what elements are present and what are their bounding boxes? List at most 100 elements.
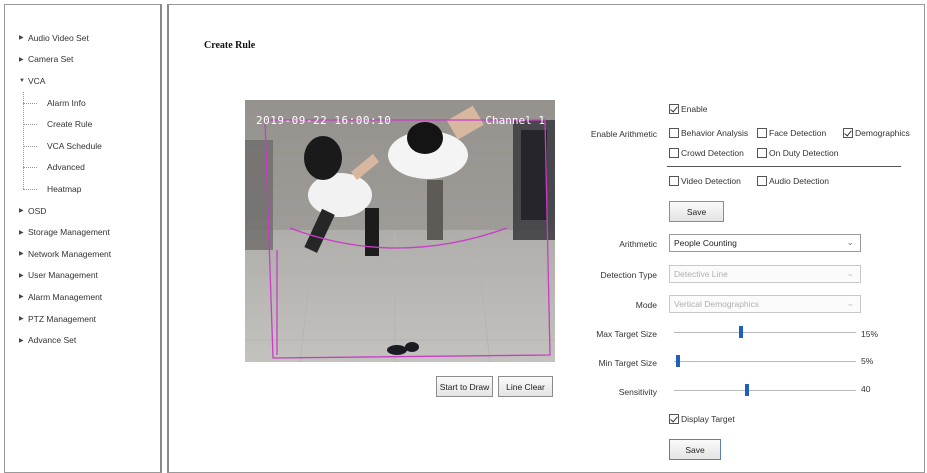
nav-item-heatmap[interactable]: Heatmap: [22, 178, 111, 200]
nav-item-label: Audio Video Set: [28, 32, 89, 43]
enable-checkbox[interactable]: Enable: [669, 104, 707, 114]
nav-item-advanced[interactable]: Advanced: [22, 157, 111, 179]
slider-track: [674, 332, 856, 333]
demographics-checkbox[interactable]: Demographics: [843, 128, 910, 138]
nav-item-label: Advance Set: [28, 335, 77, 346]
nav-item-label: User Management: [28, 270, 98, 281]
save-rule-button[interactable]: Save: [669, 439, 721, 460]
checkbox-label: Display Target: [681, 414, 735, 424]
nav-item-alarm-info[interactable]: Alarm Info: [22, 92, 111, 114]
checkbox-icon: [669, 128, 679, 138]
collapse-arrow-icon: ▼: [19, 77, 25, 84]
nav-item-label: PTZ Management: [28, 313, 97, 324]
checkbox-icon: [757, 148, 767, 158]
chevron-down-icon: ⌄: [846, 268, 854, 278]
checkbox-icon: [757, 176, 767, 186]
checkbox-checked-icon: [669, 104, 679, 114]
expand-arrow-icon: ▶: [19, 251, 24, 258]
line-clear-button[interactable]: Line Clear: [498, 376, 553, 397]
nav-item-vca-schedule[interactable]: VCA Schedule: [22, 135, 111, 157]
checkbox-label: Crowd Detection: [681, 148, 744, 158]
camera-scene-image: [245, 100, 555, 362]
slider-track: [674, 361, 856, 362]
nav-item-storage-management[interactable]: ▶ Storage Management: [19, 221, 111, 243]
expand-arrow-icon: ▶: [19, 272, 24, 279]
detection-type-label: Detection Type: [600, 270, 657, 280]
video-detection-checkbox[interactable]: Video Detection: [669, 176, 741, 186]
checkbox-icon: [669, 176, 679, 186]
checkbox-label: Video Detection: [681, 176, 741, 186]
nav-item-create-rule[interactable]: Create Rule: [22, 113, 111, 135]
section-divider: [667, 166, 901, 167]
min-target-size-label: Min Target Size: [598, 358, 657, 368]
sidebar-nav: ▶ Audio Video Set ▶ Camera Set ▼ VCA Alarm …: [4, 4, 162, 473]
nav-item-label: Camera Set: [28, 54, 74, 65]
expand-arrow-icon: ▶: [19, 316, 24, 323]
checkbox-icon: [757, 128, 767, 138]
save-arithmetic-button[interactable]: Save: [669, 201, 724, 222]
on-duty-detection-checkbox[interactable]: On Duty Detection: [757, 148, 838, 158]
video-preview[interactable]: 2019-09-22 16:00:10 Channel 1: [245, 100, 555, 362]
behavior-analysis-checkbox[interactable]: Behavior Analysis: [669, 128, 748, 138]
checkbox-checked-icon: [669, 414, 679, 424]
display-target-checkbox[interactable]: Display Target: [669, 414, 735, 424]
mode-select[interactable]: Vertical Demographics ⌄: [669, 295, 861, 313]
nav-item-ptz-management[interactable]: ▶ PTZ Management: [19, 308, 111, 330]
slider-handle[interactable]: [739, 326, 744, 338]
slider-handle[interactable]: [675, 355, 680, 367]
sensitivity-slider[interactable]: [674, 384, 856, 398]
arithmetic-label: Arithmetic: [619, 239, 657, 249]
checkbox-label: Audio Detection: [769, 176, 830, 186]
slider-handle[interactable]: [744, 384, 749, 396]
expand-arrow-icon: ▶: [19, 229, 24, 236]
detection-type-select[interactable]: Detective Line ⌄: [669, 265, 861, 283]
nav-item-network-management[interactable]: ▶ Network Management: [19, 243, 111, 265]
chevron-down-icon: ⌄: [846, 298, 854, 308]
nav-item-camera-set[interactable]: ▶ Camera Set: [19, 49, 111, 71]
nav-item-osd[interactable]: ▶ OSD: [19, 200, 111, 222]
sensitivity-value: 40: [861, 384, 871, 394]
nav-item-vca[interactable]: ▼ VCA: [19, 70, 111, 92]
max-target-size-value: 15%: [861, 329, 879, 339]
select-value: Detective Line: [674, 269, 728, 279]
nav-item-user-management[interactable]: ▶ User Management: [19, 265, 111, 287]
expand-arrow-icon: ▶: [19, 56, 24, 63]
checkbox-label: Demographics: [855, 128, 910, 138]
nav-item-advance-set[interactable]: ▶ Advance Set: [19, 329, 111, 351]
nav-item-alarm-management[interactable]: ▶ Alarm Management: [19, 286, 111, 308]
nav-item-label: VCA: [28, 75, 46, 86]
nav-item-label: Network Management: [28, 248, 112, 259]
nav-item-label: Storage Management: [28, 227, 110, 238]
mode-label: Mode: [635, 300, 657, 310]
max-target-size-label: Max Target Size: [596, 329, 657, 339]
osd-channel-name: Channel 1: [485, 114, 545, 127]
checkbox-label: Enable: [681, 104, 708, 114]
audio-detection-checkbox[interactable]: Audio Detection: [757, 176, 829, 186]
max-target-size-slider[interactable]: [674, 326, 856, 340]
select-value: People Counting: [674, 238, 737, 248]
slider-track: [674, 390, 856, 391]
face-detection-checkbox[interactable]: Face Detection: [757, 128, 826, 138]
arithmetic-select[interactable]: People Counting ⌄: [669, 234, 861, 252]
start-to-draw-button[interactable]: Start to Draw: [436, 376, 493, 397]
nav-item-audio-video-set[interactable]: ▶ Audio Video Set: [19, 27, 111, 49]
osd-timestamp: 2019-09-22 16:00:10: [256, 114, 392, 127]
checkbox-icon: [669, 148, 679, 158]
sensitivity-label: Sensitivity: [618, 387, 657, 397]
checkbox-label: Behavior Analysis: [681, 128, 749, 138]
checkbox-label: On Duty Detection: [769, 148, 839, 158]
nav-item-label: Alarm Management: [28, 291, 103, 302]
min-target-size-slider[interactable]: [674, 355, 856, 369]
crowd-detection-checkbox[interactable]: Crowd Detection: [669, 148, 744, 158]
checkbox-checked-icon: [843, 128, 853, 138]
min-target-size-value: 5%: [861, 356, 874, 366]
enable-arithmetic-label: Enable Arithmetic: [590, 129, 657, 139]
expand-arrow-icon: ▶: [19, 35, 24, 42]
checkbox-label: Face Detection: [769, 128, 827, 138]
expand-arrow-icon: ▶: [19, 337, 24, 344]
expand-arrow-icon: ▶: [19, 208, 24, 215]
chevron-down-icon: ⌄: [846, 237, 854, 247]
page-title: Create Rule: [204, 40, 256, 51]
nav-tree: ▶ Audio Video Set ▶ Camera Set ▼ VCA Alarm …: [19, 27, 111, 351]
select-value: Vertical Demographics: [674, 299, 760, 309]
